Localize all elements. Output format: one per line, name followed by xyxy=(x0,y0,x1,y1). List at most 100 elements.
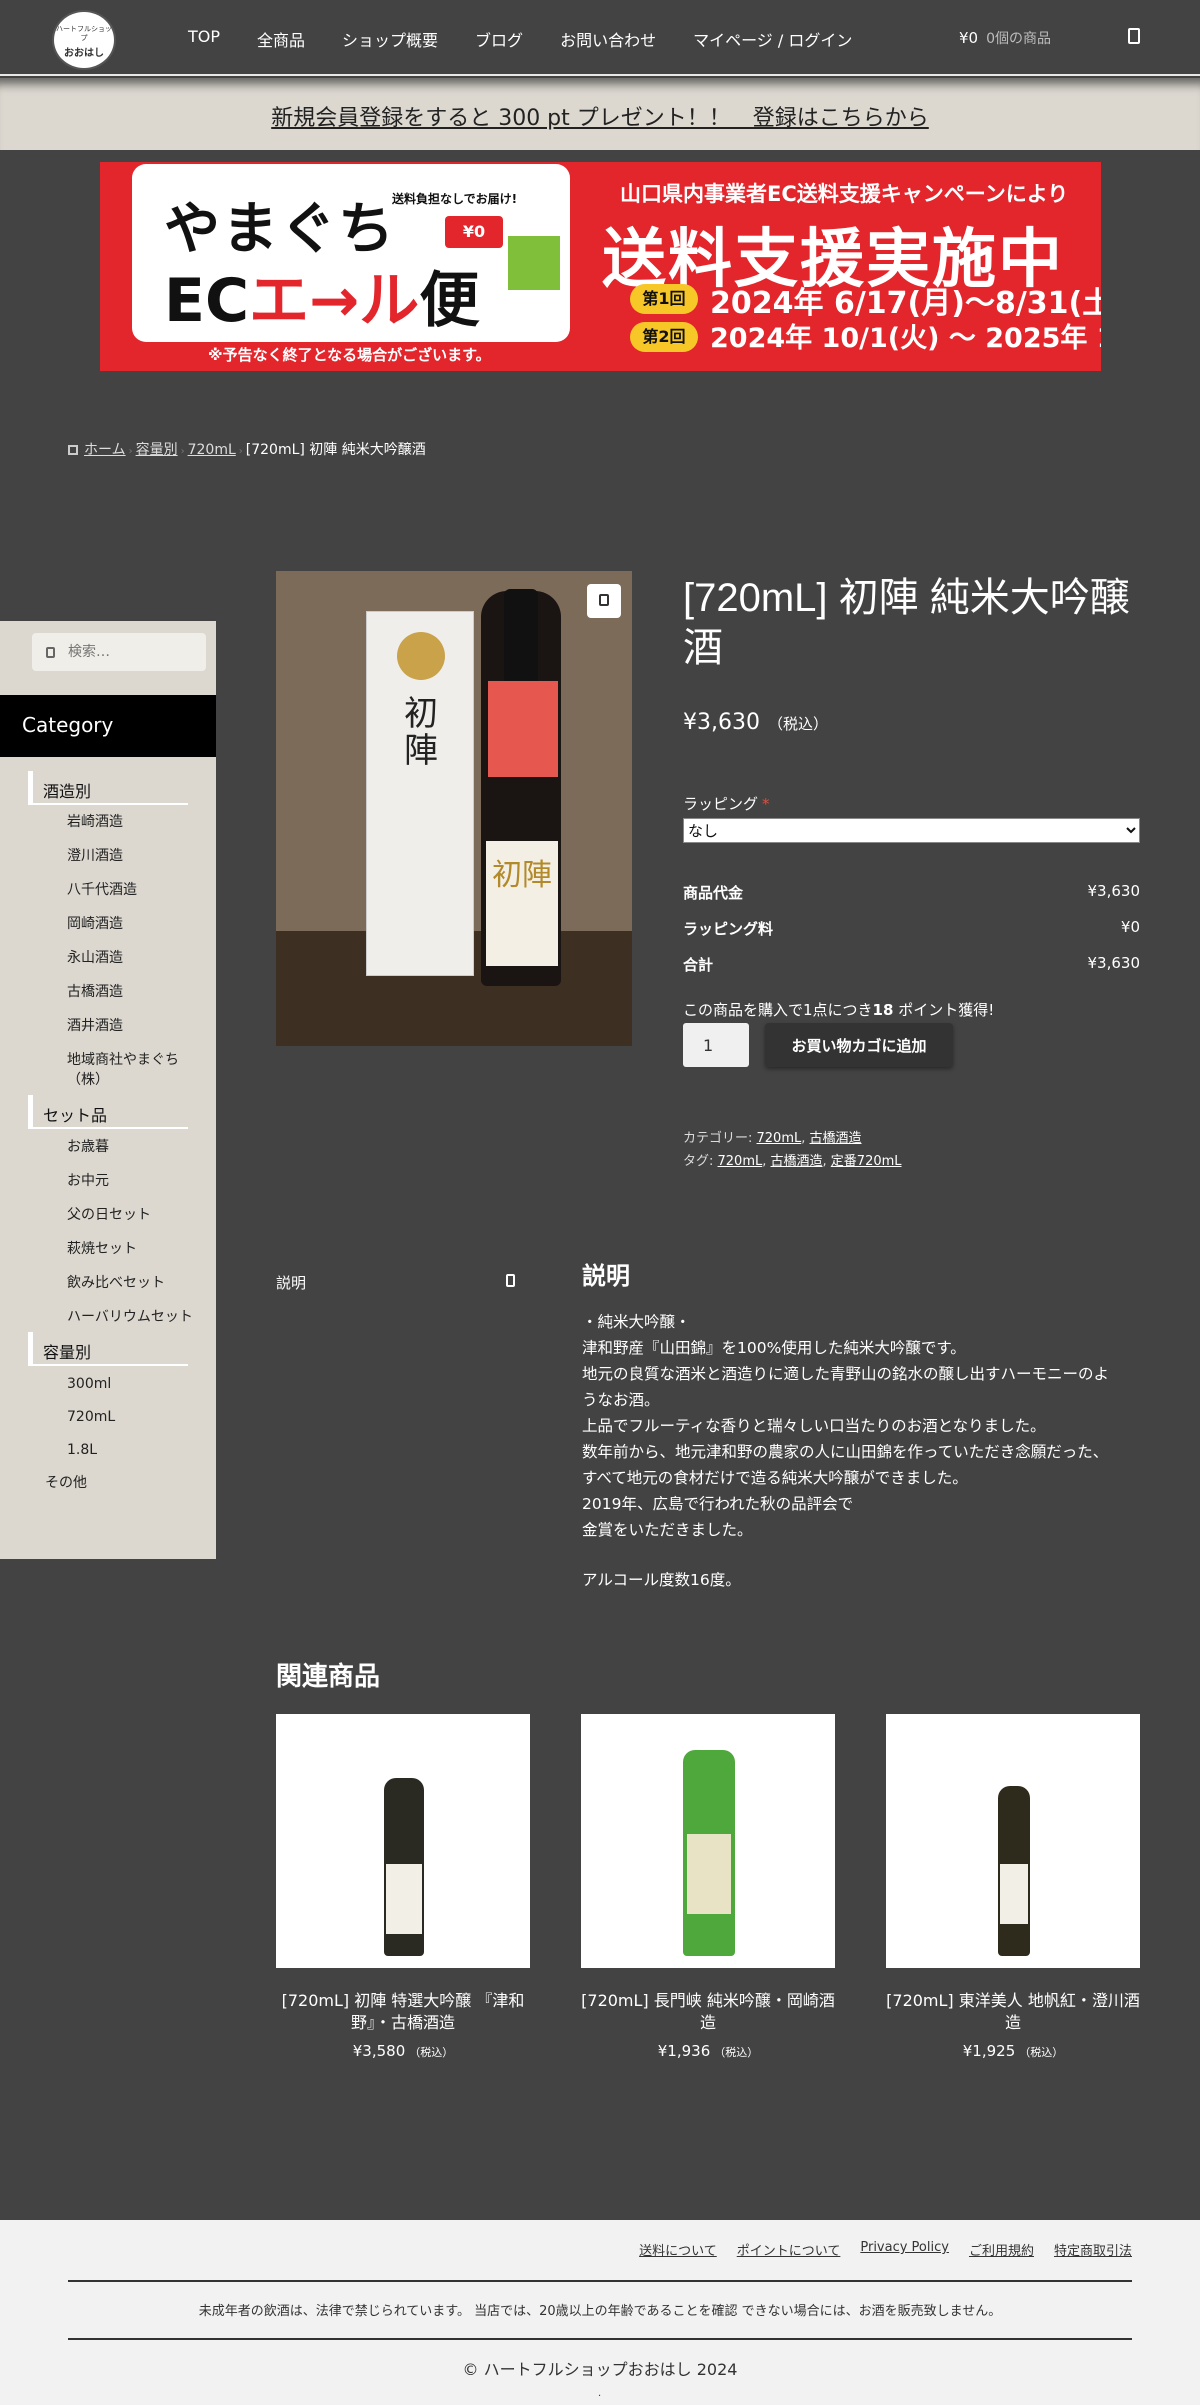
sidebar-item-other[interactable]: その他 xyxy=(45,1474,87,1494)
price-value: ¥1,936 xyxy=(657,2042,711,2060)
truck-icon: ¥0 xyxy=(445,216,503,248)
sidebar-item[interactable]: 飲み比べセット xyxy=(67,1274,165,1294)
sidebar-group-sets[interactable]: セット品 xyxy=(28,1095,188,1129)
tab-description-label: 説明 xyxy=(276,1274,307,1292)
breadcrumb-category[interactable]: 容量別 xyxy=(136,442,178,458)
sidebar-item[interactable]: 1.8L xyxy=(67,1441,97,1461)
box-seal xyxy=(397,632,445,680)
sum-label: 合計 xyxy=(683,956,714,974)
search-input[interactable] xyxy=(68,641,198,663)
round1-badge: 第1回 xyxy=(630,284,698,314)
points-pre: この商品を購入で1点につき xyxy=(683,1001,873,1019)
sidebar-item-cont[interactable]: （株） xyxy=(67,1071,109,1091)
sidebar-item[interactable]: 萩焼セット xyxy=(67,1240,137,1260)
sidebar-item[interactable]: 300ml xyxy=(67,1375,111,1395)
sidebar-item[interactable]: 岩崎酒造 xyxy=(67,813,123,833)
cart-icon[interactable] xyxy=(1128,28,1140,44)
tag-link[interactable]: 定番720mL xyxy=(831,1154,902,1169)
sidebar-item[interactable]: 720mL xyxy=(67,1408,115,1428)
tag-link[interactable]: 720mL xyxy=(718,1154,763,1169)
bottle-label xyxy=(687,1834,731,1914)
product-price: ¥3,630 （税込） xyxy=(683,710,828,735)
bottle-label: 初陣 xyxy=(486,841,558,966)
logo-line1: ハートフルショップ xyxy=(56,25,112,43)
related-product-image[interactable] xyxy=(886,1714,1140,1968)
related-product-name[interactable]: [720mL] 東洋美人 地帆紅・澄川酒造 xyxy=(886,1990,1140,2034)
cart-total: ¥0 xyxy=(959,29,979,47)
points-post: ポイント獲得! xyxy=(893,1001,995,1019)
description-line: 地元の良質な酒米と酒造りに適した青野山の銘水の醸し出すハーモニーのよ xyxy=(582,1365,1110,1383)
tag-label: タグ: xyxy=(683,1154,718,1169)
footer-copyright: © ハートフルショップおおはし 2024 xyxy=(462,2360,738,2379)
related-product-image[interactable] xyxy=(276,1714,530,1968)
banner-title-2b: エ→ル xyxy=(249,266,420,336)
sidebar-item[interactable]: 父の日セット xyxy=(67,1206,151,1226)
related-product-card[interactable]: [720mL] 長門峡 純米吟醸・岡崎酒造 ¥1,936 （税込） xyxy=(581,1714,835,2060)
footer-link-privacy[interactable]: Privacy Policy xyxy=(860,2240,949,2259)
related-product-price: ¥1,925 （税込） xyxy=(886,2042,1140,2060)
banner-title-2c: 便 xyxy=(419,266,480,336)
sidebar-item[interactable]: 酒井酒造 xyxy=(67,1017,123,1037)
category-link[interactable]: 古橋酒造 xyxy=(810,1131,862,1146)
price-value: ¥3,580 xyxy=(352,2042,406,2060)
footer-link-terms[interactable]: ご利用規約 xyxy=(969,2240,1034,2259)
promo-bar: 新規会員登録をすると 300 pt プレゼント！！ 登録はこちらから xyxy=(0,78,1200,150)
sidebar-item[interactable]: 永山酒造 xyxy=(67,949,123,969)
breadcrumb-separator-icon: › xyxy=(238,446,243,457)
zoom-button[interactable] xyxy=(587,584,621,618)
footer-link-shipping[interactable]: 送料について xyxy=(639,2240,717,2259)
quantity-input[interactable] xyxy=(683,1023,749,1067)
sidebar-item[interactable]: 澄川酒造 xyxy=(67,847,123,867)
tab-description[interactable]: 説明 xyxy=(276,1272,516,1293)
related-product-card[interactable]: [720mL] 初陣 特選大吟醸 『津和野』・古橋酒造 ¥3,580 （税込） xyxy=(276,1714,530,2060)
sidebar-item[interactable]: 岡崎酒造 xyxy=(67,915,123,935)
nav-contact[interactable]: お問い合わせ xyxy=(560,27,656,51)
box-kanji: 初陣 xyxy=(404,694,438,772)
description-line: 金賞をいただきました。 xyxy=(582,1521,753,1539)
sidebar-group-brewery[interactable]: 酒造別 xyxy=(28,771,188,805)
category-heading: Category xyxy=(0,695,216,757)
price-tax: （税込） xyxy=(714,2046,759,2059)
footer-notice: 未成年者の飲酒は、法律で禁じられています。 当店では、20歳以上の年齢であること… xyxy=(198,2304,1002,2319)
footer-link-points[interactable]: ポイントについて xyxy=(737,2240,841,2259)
promo-register-link[interactable]: 新規会員登録をすると 300 pt プレゼント！！ 登録はこちらから xyxy=(0,100,1200,132)
price-value: ¥1,925 xyxy=(962,2042,1016,2060)
nav-all-products[interactable]: 全商品 xyxy=(257,27,305,51)
tag-link[interactable]: 古橋酒造 xyxy=(771,1154,823,1169)
price-tax: （税込） xyxy=(1019,2046,1064,2059)
related-product-name[interactable]: [720mL] 初陣 特選大吟醸 『津和野』・古橋酒造 xyxy=(276,1990,530,2034)
sidebar-group-volume[interactable]: 容量別 xyxy=(28,1332,188,1366)
related-heading: 関連商品 xyxy=(276,1662,381,1692)
sidebar-item[interactable]: 八千代酒造 xyxy=(67,881,137,901)
related-product-name[interactable]: [720mL] 長門峡 純米吟醸・岡崎酒造 xyxy=(581,1990,835,2034)
sidebar-item[interactable]: お中元 xyxy=(67,1172,109,1192)
related-product-card[interactable]: [720mL] 東洋美人 地帆紅・澄川酒造 ¥1,925 （税込） xyxy=(886,1714,1140,2060)
banner-title-2a: EC xyxy=(164,266,250,336)
header-cart[interactable]: ¥0 0個の商品 xyxy=(959,28,1051,48)
nav-blog[interactable]: ブログ xyxy=(475,27,523,51)
breadcrumb-separator-icon: › xyxy=(128,446,133,457)
add-to-cart-button[interactable]: お買い物カゴに追加 xyxy=(765,1023,953,1067)
nav-top[interactable]: TOP xyxy=(188,27,220,51)
site-logo[interactable]: ハートフルショップ おおはし xyxy=(52,10,116,70)
bottle-label xyxy=(386,1864,422,1934)
nav-mypage-login[interactable]: マイページ / ログイン xyxy=(693,27,852,51)
campaign-banner[interactable]: やまぐち 送料負担なしでお届け! ECエ→ル便 ¥0 ※予告なく終了となる場合が… xyxy=(100,162,1101,371)
nav-shop-info[interactable]: ショップ概要 xyxy=(342,27,438,51)
sidebar-item[interactable]: お歳暮 xyxy=(67,1138,109,1158)
category-link[interactable]: 720mL xyxy=(757,1131,802,1146)
sidebar-item[interactable]: ハーバリウムセット xyxy=(67,1308,193,1328)
wrapping-select[interactable]: なし xyxy=(683,818,1140,843)
breadcrumb-home[interactable]: ホーム xyxy=(84,442,126,458)
sidebar-item[interactable]: 地域商社やまぐち xyxy=(67,1051,179,1071)
related-product-image[interactable] xyxy=(581,1714,835,1968)
tab-arrow-icon xyxy=(506,1274,515,1287)
banner-free-note: 送料負担なしでお届け! xyxy=(392,192,518,206)
product-tags: タグ: 720mL, 古橋酒造, 定番720mL xyxy=(683,1154,902,1169)
footer-link-legal[interactable]: 特定商取引法 xyxy=(1054,2240,1132,2259)
product-image[interactable]: 初陣 初陣 xyxy=(276,571,632,1046)
description-line: 数年前から、地元津和野の農家の人に山田錦を作っていただき念願だった、 xyxy=(582,1443,1109,1461)
sidebar-item[interactable]: 古橋酒造 xyxy=(67,983,123,1003)
breadcrumb-subcategory[interactable]: 720mL xyxy=(188,442,236,458)
wrapping-label-text: ラッピング xyxy=(683,795,759,813)
